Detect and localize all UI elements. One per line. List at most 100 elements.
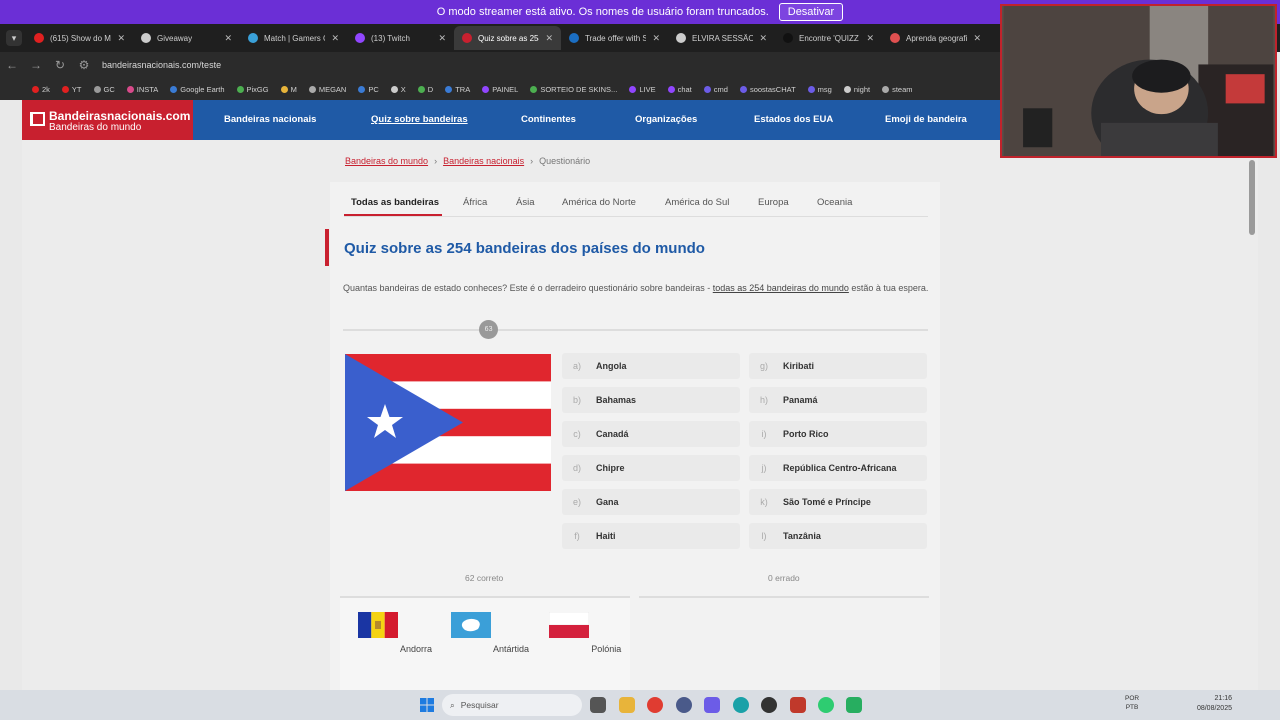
nav-quiz[interactable]: Quiz sobre bandeiras <box>371 100 468 140</box>
disable-streamer-button[interactable]: Desativar <box>778 3 844 21</box>
browser-tab[interactable]: Quiz sobre as 254 ✕ <box>454 26 561 50</box>
bookmark-item[interactable]: night <box>843 85 870 94</box>
system-clock[interactable]: 21:16 08/08/2025 <box>1197 694 1232 714</box>
bookmark-item[interactable]: Google Earth <box>170 85 225 94</box>
bookmark-item[interactable]: steam <box>882 85 913 94</box>
bookmark-item[interactable]: chat <box>667 85 692 94</box>
tab-america-sul[interactable]: América do Sul <box>665 197 729 208</box>
site-logo[interactable]: Bandeirasnacionais.com Bandeiras do mund… <box>22 100 193 140</box>
bookmark-item[interactable]: 2k <box>32 85 50 94</box>
nav-bandeiras-nacionais[interactable]: Bandeiras nacionais <box>224 100 316 140</box>
answer-option[interactable]: g) Kiribati <box>749 353 927 379</box>
answer-option[interactable]: h) Panamá <box>749 387 927 413</box>
answer-option[interactable]: f) Haiti <box>562 523 740 549</box>
nav-estados-eua[interactable]: Estados dos EUA <box>754 100 833 140</box>
tab-africa[interactable]: África <box>463 197 487 208</box>
browser-icon[interactable] <box>818 697 834 713</box>
bookmark-item[interactable]: PAINEL <box>482 85 518 94</box>
bookmark-item[interactable]: X <box>390 85 406 94</box>
close-tab-icon[interactable]: ✕ <box>438 33 446 44</box>
close-tab-icon[interactable]: ✕ <box>545 33 553 44</box>
browser-tab[interactable]: ELVIRA SESSÃO ($ ✕ <box>668 26 775 50</box>
answer-option[interactable]: e) Gana <box>562 489 740 515</box>
language-indicator[interactable]: POR PTB <box>1125 694 1139 712</box>
flag-andorra <box>357 612 398 638</box>
edge-icon[interactable] <box>733 697 749 713</box>
tab-asia[interactable]: Ásia <box>516 197 534 208</box>
bookmark-item[interactable]: GC <box>93 85 115 94</box>
bookmark-item[interactable]: SORTEIO DE SKINS... <box>530 85 617 94</box>
discord-icon[interactable] <box>704 697 720 713</box>
bookmark-item[interactable]: msg <box>807 85 832 94</box>
url-field[interactable]: bandeirasnacionais.com/teste <box>102 60 221 70</box>
site-info-icon[interactable]: ⚙ <box>72 58 96 72</box>
taskbar-search[interactable]: ⌕ Pesquisar <box>442 694 582 716</box>
file-explorer-icon[interactable] <box>619 697 635 713</box>
tab-america-norte[interactable]: América do Norte <box>562 197 636 208</box>
bookmark-label: M <box>290 84 297 94</box>
answer-option[interactable]: j) República Centro-Africana <box>749 455 927 481</box>
tab-search-icon[interactable]: ▾ <box>6 30 22 46</box>
answer-option[interactable]: a) Angola <box>562 353 740 379</box>
browser-tab[interactable]: Match | Gamers C ✕ <box>240 26 347 50</box>
browser-tab[interactable]: (13) Twitch ✕ <box>347 26 454 50</box>
answer-option[interactable]: l) Tanzânia <box>749 523 927 549</box>
tab-title: ELVIRA SESSÃO ($ <box>692 33 754 43</box>
steam-icon[interactable] <box>761 697 777 713</box>
tab-title: (13) Twitch <box>371 33 410 43</box>
tab-title: Encontre 'QUIZZ <box>799 33 859 43</box>
browser-tab[interactable]: Giveaway ✕ <box>133 26 240 50</box>
nav-continentes[interactable]: Continentes <box>521 100 576 140</box>
bookmark-item[interactable]: cmd <box>703 85 728 94</box>
bookmark-label: soostasCHAT <box>749 84 796 94</box>
intro-link[interactable]: todas as 254 bandeiras do mundo <box>713 283 849 293</box>
close-tab-icon[interactable]: ✕ <box>331 33 339 44</box>
bookmark-icon <box>667 85 675 93</box>
nav-emoji[interactable]: Emoji de bandeira <box>885 100 967 140</box>
nav-organizacoes[interactable]: Organizações <box>635 100 697 140</box>
answered-flag-card: Andorra <box>355 612 435 654</box>
close-tab-icon[interactable]: ✕ <box>973 33 981 44</box>
browser-tab[interactable]: (615) Show do M ✕ <box>26 26 133 50</box>
answer-option[interactable]: d) Chipre <box>562 455 740 481</box>
browser-tab[interactable]: Trade offer with S ✕ <box>561 26 668 50</box>
close-tab-icon[interactable]: ✕ <box>652 33 660 44</box>
bookmark-item[interactable]: INSTA <box>126 85 158 94</box>
back-icon[interactable]: ← <box>0 58 24 72</box>
answer-option[interactable]: k) São Tomé e Príncipe <box>749 489 927 515</box>
tab-todas[interactable]: Todas as bandeiras <box>351 197 439 208</box>
close-tab-icon[interactable]: ✕ <box>224 33 232 44</box>
forward-icon[interactable]: → <box>24 58 48 72</box>
close-tab-icon[interactable]: ✕ <box>117 33 125 44</box>
bookmark-item[interactable]: TRA <box>445 85 470 94</box>
browser-tab[interactable]: Aprenda geografi ✕ <box>882 26 989 50</box>
bookmark-item[interactable]: D <box>417 85 433 94</box>
whatsapp-icon[interactable] <box>846 697 862 713</box>
breadcrumb: Bandeiras do mundo › Bandeiras nacionais… <box>345 156 590 166</box>
breadcrumb-bandeiras-nacionais[interactable]: Bandeiras nacionais <box>443 156 524 166</box>
bookmark-item[interactable]: soostasCHAT <box>739 84 796 94</box>
page-scrollbar[interactable] <box>1249 160 1255 235</box>
reload-icon[interactable]: ↻ <box>48 58 72 72</box>
bookmark-item[interactable]: LIVE <box>629 85 656 94</box>
bookmark-item[interactable]: YT <box>61 85 82 94</box>
bookmark-item[interactable]: MEGAN <box>308 85 346 94</box>
close-tab-icon[interactable]: ✕ <box>866 33 874 44</box>
answer-option[interactable]: b) Bahamas <box>562 387 740 413</box>
tab-europa[interactable]: Europa <box>758 197 789 208</box>
task-view-icon[interactable] <box>590 697 606 713</box>
windows-start-icon[interactable] <box>419 697 435 713</box>
answer-option[interactable]: i) Porto Rico <box>749 421 927 447</box>
bookmark-item[interactable]: PixGG <box>236 85 269 94</box>
browser-tab[interactable]: Encontre 'QUIZZ ✕ <box>775 26 882 50</box>
obs-icon[interactable] <box>676 697 692 713</box>
breadcrumb-bandeiras-do-mundo[interactable]: Bandeiras do mundo <box>345 156 428 166</box>
answered-flag-name: Antártida <box>492 644 530 654</box>
close-tab-icon[interactable]: ✕ <box>759 33 767 44</box>
answer-option[interactable]: c) Canadá <box>562 421 740 447</box>
chrome-icon[interactable] <box>647 697 663 713</box>
tab-oceania[interactable]: Oceania <box>817 197 852 208</box>
app-icon[interactable] <box>790 697 806 713</box>
bookmark-item[interactable]: PC <box>358 85 379 94</box>
bookmark-item[interactable]: M <box>280 84 297 94</box>
